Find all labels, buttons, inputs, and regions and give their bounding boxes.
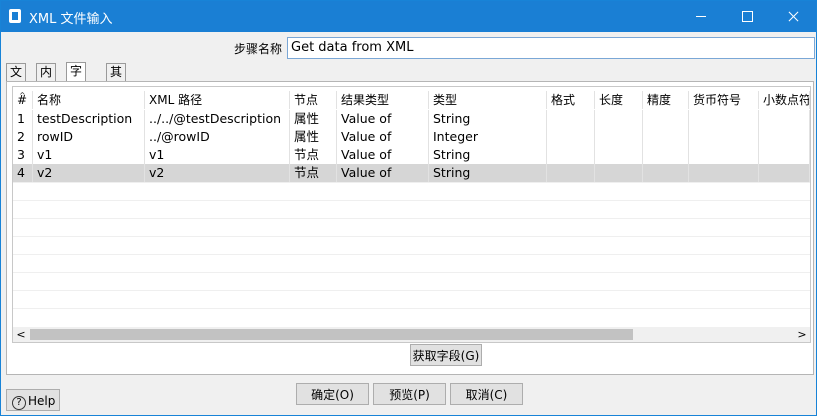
cell-result-type[interactable]: Value of [337,110,429,128]
row-index: 3 [13,146,33,164]
scroll-right-icon[interactable]: > [796,327,808,342]
cell-precision[interactable] [643,164,689,182]
cell-length[interactable] [595,128,643,146]
col-header-precision[interactable]: 精度 [643,91,689,109]
cell-name[interactable]: v2 [33,164,145,182]
cancel-button[interactable]: 取消(C) [450,383,523,405]
cell-decimal[interactable] [759,146,810,164]
tab-content[interactable]: 内容 [36,63,57,96]
empty-row [13,182,810,201]
row-index: 4 [13,164,33,182]
cell-xml-path[interactable]: ../@rowID [145,128,290,146]
col-header-node[interactable]: 节点 [290,91,337,109]
row-index: 2 [13,128,33,146]
cell-node[interactable]: 节点 [290,146,337,164]
cell-node[interactable]: 属性 [290,110,337,128]
xml-input-dialog: XML 文件输入 步骤名称 Get data from XML 文件 内容 字段… [0,0,817,416]
empty-row [13,254,810,273]
cell-format[interactable] [547,164,595,182]
cell-precision[interactable] [643,110,689,128]
get-fields-button[interactable]: 获取字段(G) [410,344,482,366]
cell-xml-path[interactable]: v2 [145,164,290,182]
cell-result-type[interactable]: Value of [337,146,429,164]
window-title: XML 文件输入 [29,12,113,27]
cell-type[interactable]: String [429,146,547,164]
cell-length[interactable] [595,146,643,164]
title-bar: XML 文件输入 [1,1,816,32]
col-header-result-type[interactable]: 结果类型 [337,91,429,109]
col-header-xml-path[interactable]: XML 路径 [145,91,290,109]
cell-node[interactable]: 属性 [290,128,337,146]
cell-precision[interactable] [643,128,689,146]
col-header-index[interactable]: # [13,91,33,109]
cell-name[interactable]: rowID [33,128,145,146]
cell-result-type[interactable]: Value of [337,164,429,182]
maximize-button[interactable] [724,1,770,32]
tab-fields[interactable]: 字段 [66,62,87,95]
cell-currency[interactable] [689,164,759,182]
cell-currency[interactable] [689,146,759,164]
tab-file[interactable]: 文件 [6,63,27,96]
empty-row [13,236,810,255]
step-name-input[interactable]: Get data from XML [287,37,815,59]
cell-type[interactable]: String [429,164,547,182]
col-header-type[interactable]: 类型 [429,91,547,109]
cell-currency[interactable] [689,110,759,128]
cell-decimal[interactable] [759,110,810,128]
empty-row [13,272,810,291]
horizontal-scrollbar[interactable]: < > [13,327,810,342]
col-header-decimal[interactable]: 小数点符 [759,91,810,109]
scroll-left-icon[interactable]: < [15,327,27,342]
cell-xml-path[interactable]: v1 [145,146,290,164]
step-name-label: 步骤名称 [234,42,283,56]
preview-button[interactable]: 预览(P) [373,383,446,405]
col-header-currency[interactable]: 货币符号 [689,91,759,109]
minimize-button[interactable] [678,1,724,32]
col-header-length[interactable]: 长度 [595,91,643,109]
app-icon [9,9,21,23]
empty-row [13,290,810,309]
cell-decimal[interactable] [759,164,810,182]
cell-format[interactable] [547,128,595,146]
cell-format[interactable] [547,146,595,164]
cell-name[interactable]: v1 [33,146,145,164]
cell-result-type[interactable]: Value of [337,128,429,146]
cell-xml-path[interactable]: ../../@testDescription [145,110,290,128]
col-header-format[interactable]: 格式 [547,91,595,109]
help-icon: ? [12,396,26,410]
help-button[interactable]: ? Help [6,389,60,411]
cell-format[interactable] [547,110,595,128]
empty-row [13,218,810,237]
empty-row [13,308,810,327]
cell-currency[interactable] [689,128,759,146]
col-header-name[interactable]: 名称 [33,91,145,109]
fields-table[interactable]: ^ # 名称 XML 路径 节点 结果类型 类型 格式 长度 精度 货币符号 小… [12,86,811,343]
table-row[interactable]: 1 testDescription ../../@testDescription… [13,110,810,128]
row-index: 1 [13,110,33,128]
table-row[interactable]: 2 rowID ../@rowID 属性 Value of Integer [13,128,810,146]
empty-row [13,200,810,219]
close-button[interactable] [770,1,816,32]
tab-other-output-fields[interactable]: 其他输出字段 [106,63,127,164]
cell-node[interactable]: 节点 [290,164,337,182]
cell-name[interactable]: testDescription [33,110,145,128]
cell-decimal[interactable] [759,128,810,146]
table-row-selected[interactable]: 4 v2 v2 节点 Value of String [13,164,810,182]
help-label: Help [28,394,56,408]
fields-panel: ^ # 名称 XML 路径 节点 结果类型 类型 格式 长度 精度 货币符号 小… [6,81,814,375]
cell-precision[interactable] [643,146,689,164]
cell-type[interactable]: String [429,110,547,128]
table-header: ^ # 名称 XML 路径 节点 结果类型 类型 格式 长度 精度 货币符号 小… [13,91,810,109]
cell-length[interactable] [595,110,643,128]
ok-button[interactable]: 确定(O) [296,383,369,405]
scrollbar-thumb[interactable] [30,329,633,340]
table-row[interactable]: 3 v1 v1 节点 Value of String [13,146,810,164]
cell-type[interactable]: Integer [429,128,547,146]
cell-length[interactable] [595,164,643,182]
